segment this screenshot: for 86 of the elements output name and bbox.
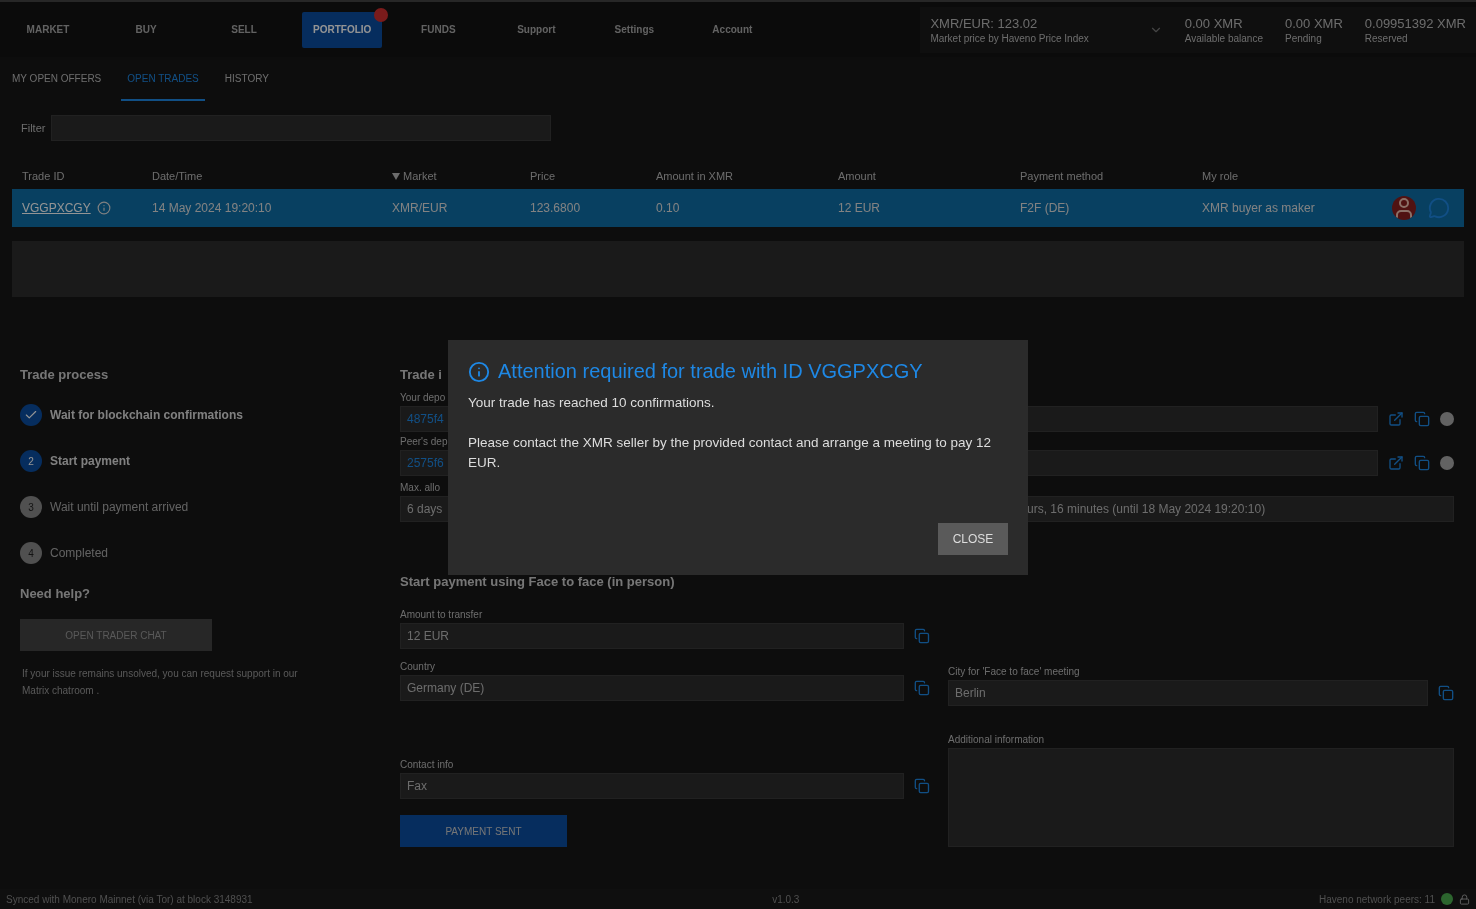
- step-number: 3: [28, 501, 34, 513]
- column-header[interactable]: Date/Time: [152, 170, 392, 182]
- lock-icon: [1459, 893, 1470, 905]
- status-dot-icon: [1440, 456, 1454, 470]
- column-header[interactable]: Amount: [838, 170, 1020, 182]
- field-label: Country: [400, 661, 435, 672]
- nav-tab[interactable]: BUY: [106, 11, 186, 48]
- field-label: Peer's dep: [400, 436, 448, 447]
- balance-caption: Pending: [1285, 32, 1323, 44]
- market-price[interactable]: XMR/EUR: 123.02: [930, 15, 1089, 31]
- column-header[interactable]: My role: [1202, 170, 1464, 182]
- copy-icon[interactable]: [1414, 455, 1430, 471]
- trade-row[interactable]: VGGPXCGY 14 May 2024 19:20:10 XMR/EUR 123.6800 0.10 12 EUR F2F (DE) XMR buyer as maker: [12, 189, 1464, 227]
- column-header[interactable]: Trade ID: [22, 170, 152, 182]
- step-number: 4: [28, 547, 34, 559]
- input-field[interactable]: Fax: [400, 773, 905, 799]
- table-cell-text: 14 May 2024 19:20:10: [152, 201, 273, 215]
- dialog-text: Your trade has reached 10 confirmations.: [468, 394, 716, 412]
- copy-icon[interactable]: [1438, 685, 1454, 701]
- balance-caption: Reserved: [1364, 32, 1409, 44]
- nav-tab[interactable]: SELL: [204, 11, 284, 48]
- field-label: Contact info: [400, 759, 454, 770]
- table-cell-text: 123.6800: [530, 201, 582, 215]
- nav-tab[interactable]: MARKET: [8, 11, 88, 48]
- external-link-icon[interactable]: [1388, 411, 1404, 427]
- section-title: Trade i: [400, 367, 442, 382]
- step-label: Wait for blockchain confirmations: [50, 408, 243, 422]
- copy-icon[interactable]: [1414, 411, 1430, 427]
- sub-tab[interactable]: OPEN TRADES: [121, 57, 205, 101]
- dialog-text: Please contact the XMR seller by the provided contact and arrange a meeting to pay 12 EUR.: [468, 434, 993, 472]
- table-cell-text: 0.10: [656, 201, 681, 215]
- balance-caption: Available balance: [1184, 32, 1263, 44]
- column-header[interactable]: Market: [392, 170, 530, 182]
- section-title: Need help?: [20, 586, 91, 601]
- help-text: If your issue remains unsolved, you can request support in our Matrix chatroom .: [22, 667, 299, 698]
- column-header[interactable]: Payment method: [1020, 170, 1202, 182]
- field-label: Additional information: [948, 734, 1045, 745]
- nav-tab[interactable]: PORTFOLIO: [302, 11, 383, 48]
- sub-tab[interactable]: MY OPEN OFFERS: [6, 57, 108, 101]
- sub-tab[interactable]: HISTORY: [218, 57, 275, 101]
- info-icon: [468, 360, 490, 383]
- column-header[interactable]: Price: [530, 170, 656, 182]
- sync-status: Synced with Monero Mainnet (via Tor) at block 3148931: [6, 893, 253, 905]
- avatar-icon: [1392, 196, 1416, 220]
- table-cell-text: XMR/EUR: [392, 201, 449, 215]
- balance-value: 0.00 XMR: [1184, 15, 1244, 31]
- balance-value: 0.00 XMR: [1285, 15, 1343, 31]
- table-cell-text: 12 EUR: [838, 201, 882, 215]
- section-title: Start payment using Face to face (in person): [400, 574, 675, 589]
- section-title: Trade process: [20, 367, 109, 382]
- column-header[interactable]: Amount in XMR: [656, 170, 838, 182]
- step-label: Wait until payment arrived: [50, 500, 189, 514]
- dialog-title: Attention required for trade with ID VGGPXCGY: [498, 360, 923, 383]
- input-field[interactable]: 12 EUR: [400, 623, 905, 649]
- field-label: Amount to transfer: [400, 609, 483, 620]
- table-cell-text: F2F (DE): [1020, 201, 1071, 215]
- connection-dot-icon: [1441, 893, 1453, 905]
- input-field[interactable]: Berlin: [948, 680, 1428, 706]
- trade-id-link[interactable]: VGGPXCGY: [22, 201, 91, 215]
- step-label: Start payment: [50, 454, 131, 468]
- input-field[interactable]: Germany (DE): [400, 675, 905, 701]
- chat-icon[interactable]: [1428, 197, 1450, 219]
- external-link-icon[interactable]: [1388, 455, 1404, 471]
- peers-label: Haveno network peers: 11: [1319, 893, 1435, 905]
- table-cell-text: XMR buyer as maker: [1202, 201, 1316, 215]
- nav-tab[interactable]: FUNDS: [398, 11, 479, 48]
- step-label: Completed: [50, 546, 109, 560]
- field-label: City for 'Face to face' meeting: [948, 666, 1080, 677]
- nav-tab[interactable]: Settings: [594, 11, 675, 48]
- version-label: v1.0.3: [772, 893, 800, 905]
- status-dot-icon: [1440, 412, 1454, 426]
- balance-value: 0.09951392 XMR: [1364, 15, 1466, 31]
- close-button[interactable]: CLOSE: [938, 523, 1008, 555]
- field-label: Your depo: [400, 392, 446, 403]
- field-label: Max. allo: [400, 482, 440, 493]
- nav-tab[interactable]: Account: [692, 11, 773, 48]
- step-number: 2: [28, 455, 34, 467]
- payment-sent-button[interactable]: PAYMENT SENT: [400, 815, 567, 847]
- price-caption: Market price by Haveno Price Index: [930, 32, 1089, 44]
- nav-tab[interactable]: Support: [496, 11, 577, 48]
- chatroom-link[interactable]: Matrix chatroom: [22, 685, 94, 696]
- copy-icon[interactable]: [914, 628, 930, 644]
- copy-icon[interactable]: [914, 680, 930, 696]
- copy-icon[interactable]: [914, 778, 930, 794]
- filter-label: Filter: [21, 122, 46, 134]
- info-icon[interactable]: [96, 201, 111, 215]
